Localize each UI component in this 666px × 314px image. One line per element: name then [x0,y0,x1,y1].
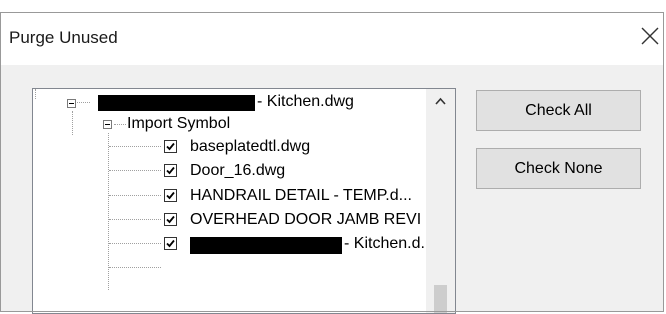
tree-item-label: HANDRAIL DETAIL - TEMP.d... [190,187,412,204]
tree-guide-line [109,146,161,148]
check-none-button[interactable]: Check None [476,148,641,189]
scroll-up-button[interactable] [426,89,455,113]
item-checkbox[interactable] [164,213,177,226]
tree-item-label: baseplatedtl.dwg [190,138,311,155]
checkmark-icon [166,191,175,200]
close-button[interactable] [639,23,661,49]
checkmark-icon [166,239,175,248]
tree-guide-line [109,219,161,221]
check-all-button[interactable]: Check All [476,90,641,131]
tree-scrollbar[interactable] [426,89,455,313]
collapse-minus-icon[interactable] [67,99,76,108]
tree-guide-line [109,170,161,172]
tree-guide-line [109,195,161,197]
tree-guide-line [77,102,90,104]
redacted-filename [98,95,255,111]
redacted-filename [190,237,342,254]
dialog-title-bar: Purge Unused [1,13,664,65]
purge-tree[interactable]: - Kitchen.dwg Import Symbol baseplatedtl… [32,88,456,314]
checkmark-icon [166,142,175,151]
tree-item-label: Door_16.dwg [190,162,286,179]
tree-node-label: Import Symbol [127,115,231,132]
tree-guide-line [109,243,161,245]
scroll-thumb[interactable] [434,285,447,313]
item-checkbox[interactable] [164,140,177,153]
tree-guide-line [72,111,74,135]
item-checkbox[interactable] [164,237,177,250]
dialog-title: Purge Unused [9,28,118,47]
tree-guide-line [109,267,161,269]
tree-guide-line [35,89,37,99]
chevron-up-icon [435,97,446,105]
collapse-minus-icon[interactable] [103,120,112,129]
checkmark-icon [166,215,175,224]
tree-item-label: OVERHEAD DOOR JAMB REVI [190,211,422,228]
checkmark-icon [166,166,175,175]
item-checkbox[interactable] [164,164,177,177]
item-checkbox[interactable] [164,189,177,202]
tree-item-label: - Kitchen.d... [344,235,434,252]
tree-guide-line [114,124,126,126]
close-icon [641,27,659,45]
background-strip [0,0,666,14]
tree-node-label: - Kitchen.dwg [257,93,354,110]
